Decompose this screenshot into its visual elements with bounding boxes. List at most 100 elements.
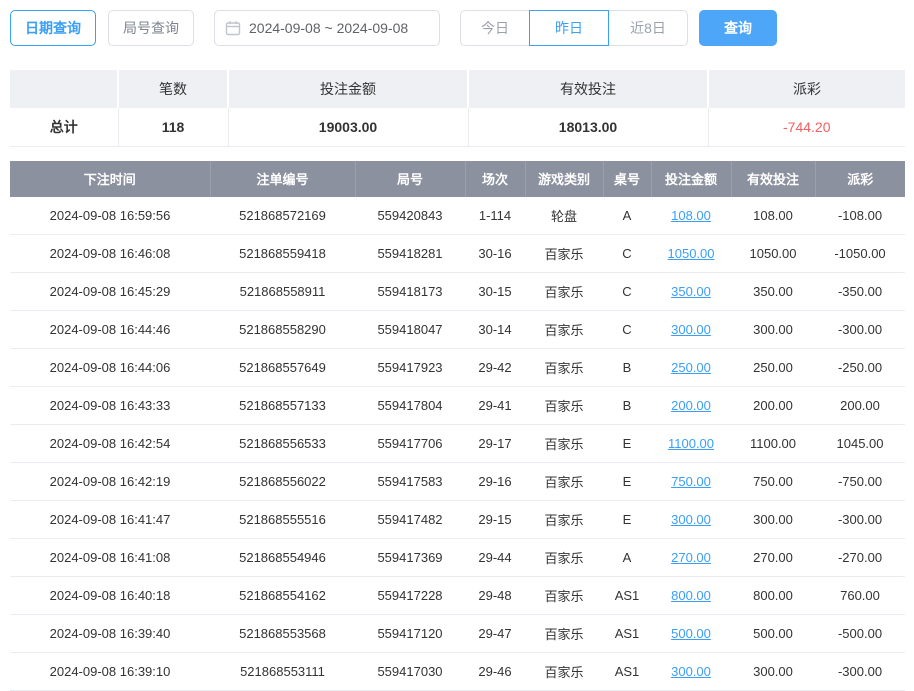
- cell-payout: -500.00: [815, 615, 905, 653]
- table-row: 2024-09-08 16:45:29521868558911559418173…: [10, 273, 905, 311]
- cell-bet: 500.00: [651, 615, 731, 653]
- cell-round-no: 559418281: [355, 235, 465, 273]
- date-range-value: 2024-09-08 ~ 2024-09-08: [249, 20, 408, 36]
- header-bet-time: 下注时间: [10, 161, 210, 197]
- bet-amount-link[interactable]: 300.00: [671, 512, 711, 527]
- bet-amount-link[interactable]: 250.00: [671, 360, 711, 375]
- bet-amount-link[interactable]: 1100.00: [668, 436, 714, 451]
- cell-session: 30-16: [465, 235, 525, 273]
- cell-game: 百家乐: [525, 273, 603, 311]
- cell-payout: -750.00: [815, 463, 905, 501]
- cell-order-no: 521868555516: [210, 501, 355, 539]
- cell-payout: -300.00: [815, 501, 905, 539]
- cell-session: 30-14: [465, 311, 525, 349]
- bet-amount-link[interactable]: 800.00: [671, 588, 711, 603]
- table-row: 2024-09-08 16:40:18521868554162559417228…: [10, 577, 905, 615]
- cell-valid: 250.00: [731, 349, 815, 387]
- cell-bet: 250.00: [651, 349, 731, 387]
- bet-amount-link[interactable]: 270.00: [671, 550, 711, 565]
- cell-round-no: 559417228: [355, 577, 465, 615]
- table-row: 2024-09-08 16:39:40521868553568559417120…: [10, 615, 905, 653]
- cell-time: 2024-09-08 16:41:08: [10, 539, 210, 577]
- cell-bet: 300.00: [651, 653, 731, 691]
- cell-bet: 1100.00: [651, 425, 731, 463]
- last-8-days-button[interactable]: 近8日: [608, 10, 688, 46]
- cell-order-no: 521868556533: [210, 425, 355, 463]
- cell-table-no: C: [603, 273, 651, 311]
- cell-valid: 300.00: [731, 311, 815, 349]
- cell-time: 2024-09-08 16:44:46: [10, 311, 210, 349]
- cell-round-no: 559418047: [355, 311, 465, 349]
- cell-order-no: 521868559418: [210, 235, 355, 273]
- bet-records-table: 下注时间 注单编号 局号 场次 游戏类别 桌号 投注金额 有效投注 派彩 202…: [10, 161, 905, 691]
- cell-bet: 200.00: [651, 387, 731, 425]
- cell-round-no: 559417120: [355, 615, 465, 653]
- summary-total-row: 总计 118 19003.00 18013.00 -744.20: [10, 108, 905, 146]
- summary-header-bet-amount: 投注金额: [228, 70, 468, 108]
- bet-amount-link[interactable]: 108.00: [671, 208, 711, 223]
- cell-valid: 750.00: [731, 463, 815, 501]
- cell-time: 2024-09-08 16:46:08: [10, 235, 210, 273]
- cell-payout: 200.00: [815, 387, 905, 425]
- cell-round-no: 559417706: [355, 425, 465, 463]
- cell-session: 29-46: [465, 653, 525, 691]
- search-button[interactable]: 查询: [699, 10, 777, 46]
- cell-order-no: 521868554162: [210, 577, 355, 615]
- cell-round-no: 559417804: [355, 387, 465, 425]
- round-query-button[interactable]: 局号查询: [108, 10, 194, 46]
- cell-table-no: B: [603, 349, 651, 387]
- bet-amount-link[interactable]: 300.00: [671, 664, 711, 679]
- cell-valid: 270.00: [731, 539, 815, 577]
- cell-game: 百家乐: [525, 425, 603, 463]
- cell-session: 29-47: [465, 615, 525, 653]
- bet-amount-link[interactable]: 300.00: [671, 322, 711, 337]
- bet-amount-link[interactable]: 750.00: [671, 474, 711, 489]
- cell-session: 1-114: [465, 197, 525, 235]
- cell-session: 29-42: [465, 349, 525, 387]
- header-table-no: 桌号: [603, 161, 651, 197]
- summary-header-valid-bet: 有效投注: [468, 70, 708, 108]
- cell-time: 2024-09-08 16:43:33: [10, 387, 210, 425]
- date-range-input[interactable]: 2024-09-08 ~ 2024-09-08: [214, 10, 440, 46]
- cell-valid: 1100.00: [731, 425, 815, 463]
- bet-table-header-row: 下注时间 注单编号 局号 场次 游戏类别 桌号 投注金额 有效投注 派彩: [10, 161, 905, 197]
- cell-round-no: 559417030: [355, 653, 465, 691]
- cell-table-no: A: [603, 197, 651, 235]
- cell-session: 29-17: [465, 425, 525, 463]
- toolbar: 日期查询 局号查询 2024-09-08 ~ 2024-09-08 今日 昨日 …: [0, 0, 914, 46]
- cell-bet: 270.00: [651, 539, 731, 577]
- table-row: 2024-09-08 16:42:19521868556022559417583…: [10, 463, 905, 501]
- date-query-button[interactable]: 日期查询: [10, 10, 96, 46]
- cell-round-no: 559417583: [355, 463, 465, 501]
- bet-amount-link[interactable]: 200.00: [671, 398, 711, 413]
- cell-payout: 760.00: [815, 577, 905, 615]
- bet-amount-link[interactable]: 350.00: [671, 284, 711, 299]
- cell-payout: -270.00: [815, 539, 905, 577]
- cell-valid: 500.00: [731, 615, 815, 653]
- cell-time: 2024-09-08 16:40:18: [10, 577, 210, 615]
- header-order-no: 注单编号: [210, 161, 355, 197]
- bet-amount-link[interactable]: 500.00: [671, 626, 711, 641]
- cell-table-no: E: [603, 463, 651, 501]
- table-row: 2024-09-08 16:44:06521868557649559417923…: [10, 349, 905, 387]
- today-button[interactable]: 今日: [460, 10, 530, 46]
- cell-round-no: 559420843: [355, 197, 465, 235]
- cell-round-no: 559417482: [355, 501, 465, 539]
- bet-table-body: 2024-09-08 16:59:56521868572169559420843…: [10, 197, 905, 691]
- bet-amount-link[interactable]: 1050.00: [668, 246, 715, 261]
- summary-bet-amount-value: 19003.00: [228, 108, 468, 146]
- cell-time: 2024-09-08 16:45:29: [10, 273, 210, 311]
- yesterday-button[interactable]: 昨日: [529, 10, 609, 46]
- cell-bet: 300.00: [651, 501, 731, 539]
- cell-game: 轮盘: [525, 197, 603, 235]
- cell-table-no: E: [603, 425, 651, 463]
- header-round-no: 局号: [355, 161, 465, 197]
- cell-time: 2024-09-08 16:41:47: [10, 501, 210, 539]
- cell-order-no: 521868557649: [210, 349, 355, 387]
- cell-order-no: 521868572169: [210, 197, 355, 235]
- cell-time: 2024-09-08 16:42:54: [10, 425, 210, 463]
- header-bet-amount: 投注金额: [651, 161, 731, 197]
- cell-table-no: A: [603, 539, 651, 577]
- cell-table-no: AS1: [603, 653, 651, 691]
- table-row: 2024-09-08 16:39:10521868553111559417030…: [10, 653, 905, 691]
